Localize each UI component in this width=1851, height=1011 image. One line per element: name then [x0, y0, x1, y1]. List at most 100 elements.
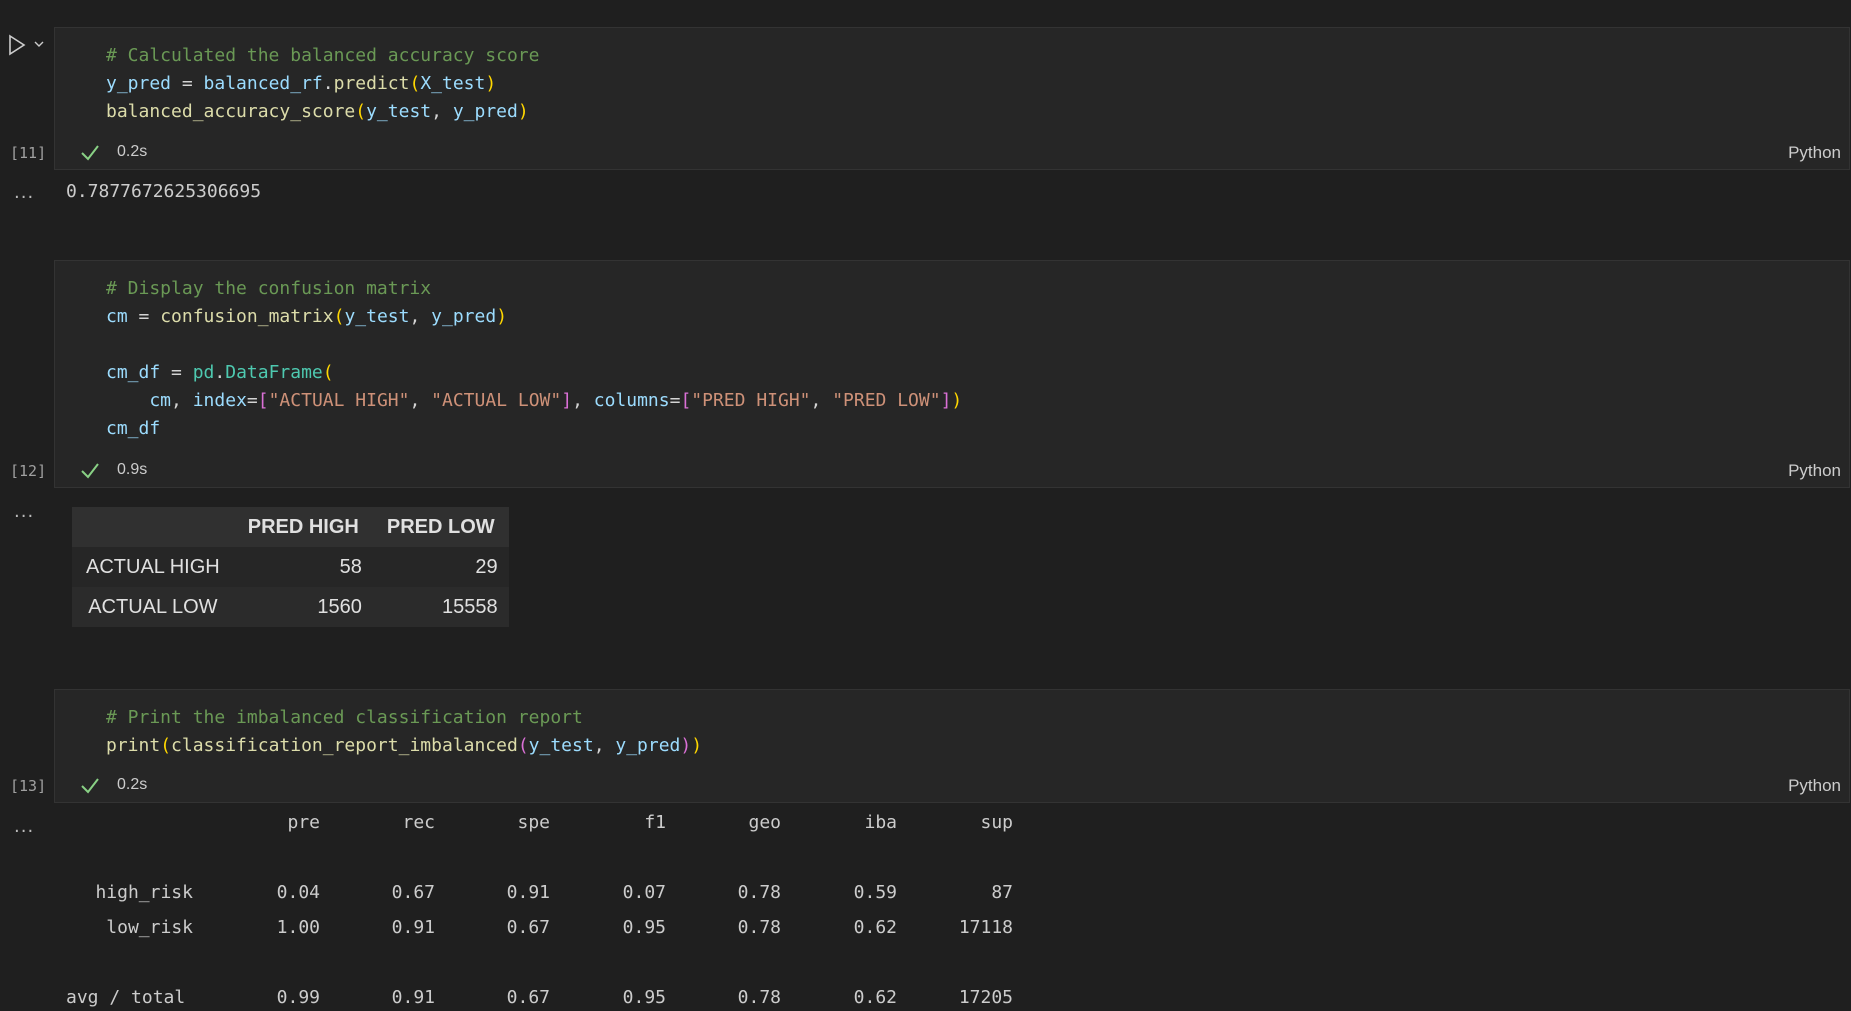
table-cell: 15558	[372, 587, 509, 627]
report-value: 0.99	[276, 987, 320, 1008]
code-token: (	[355, 101, 367, 122]
report-value: 0.62	[853, 987, 897, 1008]
dataframe-table: PRED HIGH PRED LOW ACTUAL HIGH 58 29 ACT…	[72, 507, 509, 627]
code-line[interactable]: balanced_accuracy_score(y_test, y_pred)	[106, 100, 529, 124]
code-line[interactable]: # Display the confusion matrix	[106, 277, 431, 301]
report-row-label: high_risk	[95, 882, 193, 903]
code-token: =	[160, 362, 193, 383]
table-header-row: PRED HIGH PRED LOW	[72, 507, 509, 547]
code-token: ,	[409, 390, 432, 411]
code-token: y_pred	[106, 73, 172, 94]
report-value: 0.67	[506, 917, 550, 938]
code-token: y_pred	[615, 735, 681, 756]
code-token: ]	[940, 390, 952, 411]
code-token: "ACTUAL HIGH"	[268, 390, 410, 411]
report-row: avg / total 0.99 0.91 0.67 0.95 0.78 0.62 17205	[0, 987, 1100, 1011]
code-token: balanced_rf	[203, 73, 323, 94]
code-token: (	[409, 73, 421, 94]
column-header: PRED HIGH	[233, 507, 373, 547]
report-value: 87	[991, 882, 1013, 903]
code-token: cm_df	[106, 362, 161, 383]
table-row: ACTUAL HIGH 58 29	[72, 547, 509, 587]
row-index: ACTUAL LOW	[72, 587, 234, 627]
code-token: (	[322, 362, 334, 383]
report-row: low_risk 1.00 0.91 0.67 0.95 0.78 0.62 17118	[0, 917, 1100, 941]
report-row: pre rec spe f1 geo iba sup	[0, 812, 1100, 836]
code-token: ,	[593, 735, 616, 756]
code-token: ,	[810, 390, 833, 411]
code-token: classification_report_imbalanced	[171, 735, 518, 756]
code-token: pd	[192, 362, 215, 383]
code-token: ]	[561, 390, 573, 411]
execution-count: [13]	[10, 777, 47, 795]
check-icon	[81, 463, 99, 479]
report-header: pre	[287, 812, 320, 833]
code-token: =	[171, 73, 204, 94]
code-token: [	[257, 390, 269, 411]
code-cell-11[interactable]: # Calculated the balanced accuracy score…	[54, 27, 1850, 170]
column-header: PRED LOW	[372, 507, 509, 547]
code-line[interactable]: cm, index=["ACTUAL HIGH", "ACTUAL LOW"],…	[106, 389, 962, 413]
report-value: 0.59	[853, 882, 897, 903]
table-row: ACTUAL LOW 1560 15558	[72, 587, 509, 627]
code-token: cm	[106, 390, 172, 411]
report-header: f1	[644, 812, 666, 833]
run-cell-button[interactable]	[8, 34, 46, 56]
report-header: iba	[864, 812, 897, 833]
code-line[interactable]: cm_df = pd.DataFrame(	[106, 361, 334, 385]
code-token: .	[214, 362, 226, 383]
code-token: y_pred	[452, 101, 518, 122]
report-value: 0.04	[276, 882, 320, 903]
code-token: cm_df	[106, 418, 161, 439]
cell-status-bar: 0.2s Python	[55, 772, 1849, 800]
code-cell-13[interactable]: # Print the imbalanced classification re…	[54, 689, 1850, 803]
code-line[interactable]: # Print the imbalanced classification re…	[106, 706, 583, 730]
table-cell: 1560	[233, 587, 373, 627]
code-line[interactable]: cm = confusion_matrix(y_test, y_pred)	[106, 305, 507, 329]
code-token: y_test	[528, 735, 594, 756]
code-token: print	[106, 735, 161, 756]
code-token: )	[691, 735, 703, 756]
report-value: 17205	[958, 987, 1013, 1008]
output-menu-icon[interactable]: ...	[14, 501, 34, 522]
code-line[interactable]: y_pred = balanced_rf.predict(X_test)	[106, 72, 496, 96]
code-token: X_test	[420, 73, 486, 94]
code-token: ,	[171, 390, 193, 411]
execution-duration: 0.9s	[117, 461, 148, 478]
code-token: index	[192, 390, 247, 411]
execution-duration: 0.2s	[117, 143, 148, 160]
code-token: DataFrame	[225, 362, 323, 383]
report-value: 0.91	[506, 882, 550, 903]
cell-output: 0.7877672625306695	[66, 181, 262, 202]
table-cell: 29	[372, 547, 509, 587]
check-icon	[81, 778, 99, 794]
code-line[interactable]: print(classification_report_imbalanced(y…	[106, 734, 702, 758]
check-icon	[81, 145, 99, 161]
report-value: 0.67	[391, 882, 435, 903]
code-token: y_test	[344, 306, 410, 327]
cell-language-selector[interactable]: Python	[1788, 143, 1841, 163]
report-value: 0.95	[622, 987, 666, 1008]
code-token: )	[496, 306, 508, 327]
code-token: # Calculated the balanced accuracy score	[106, 45, 540, 66]
code-token: columns	[593, 390, 670, 411]
cell-language-selector[interactable]: Python	[1788, 776, 1841, 796]
code-token: =	[669, 390, 681, 411]
code-token: "PRED HIGH"	[691, 390, 811, 411]
report-header: spe	[517, 812, 550, 833]
cell-language-selector[interactable]: Python	[1788, 461, 1841, 481]
report-value: 0.95	[622, 917, 666, 938]
code-line[interactable]: cm_df	[106, 417, 160, 441]
report-value: 0.78	[737, 917, 781, 938]
report-value: 17118	[958, 917, 1013, 938]
code-line[interactable]: # Calculated the balanced accuracy score	[106, 44, 539, 68]
output-menu-icon[interactable]: ...	[14, 182, 34, 203]
execution-count: [11]	[10, 144, 47, 162]
report-header: rec	[402, 812, 435, 833]
code-token: (	[333, 306, 345, 327]
report-value: 0.07	[622, 882, 666, 903]
cell-status-bar: 0.2s Python	[55, 139, 1849, 167]
code-cell-12[interactable]: # Display the confusion matrix cm = confu…	[54, 260, 1850, 488]
report-value: 0.78	[737, 987, 781, 1008]
index-header	[72, 507, 234, 547]
